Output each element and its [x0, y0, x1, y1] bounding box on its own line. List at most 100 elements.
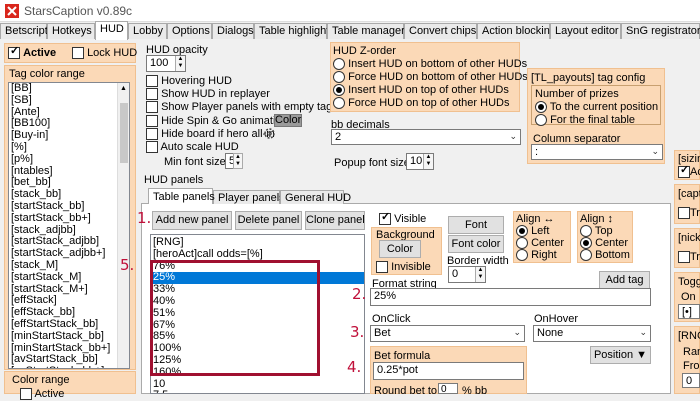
- prizes-radio-current[interactable]: [535, 101, 547, 114]
- min-font-size-spinner[interactable]: ▲ ▼: [233, 153, 243, 169]
- tab-action-blocking[interactable]: Action blocking: [477, 23, 556, 39]
- align-left-radio[interactable]: [516, 225, 528, 238]
- prizes-option-current[interactable]: To the current position: [535, 101, 658, 114]
- panel-list-item[interactable]: 10: [151, 378, 364, 391]
- zorder-radio-1[interactable]: [333, 71, 345, 84]
- lock-hud-checkbox[interactable]: [72, 47, 84, 60]
- tab-table-highlight[interactable]: Table highlight: [254, 23, 329, 39]
- zorder-option-2[interactable]: Insert HUD on top of other HUDs: [333, 84, 509, 97]
- background-color-button[interactable]: Color: [379, 240, 421, 258]
- font-color-button[interactable]: Font color: [448, 235, 504, 253]
- hud-opacity-field[interactable]: 100 ▲ ▼: [146, 55, 186, 72]
- invisible-toggle[interactable]: Invisible: [376, 261, 431, 274]
- tab-table-panels[interactable]: Table panels: [148, 188, 215, 204]
- format-string-field[interactable]: 25%: [370, 288, 651, 306]
- auto-scale-checkbox[interactable]: [146, 141, 158, 154]
- tag-list-item[interactable]: [SB]: [9, 94, 129, 107]
- zorder-option-1[interactable]: Force HUD on bottom of other HUDs: [333, 71, 528, 84]
- option-show-empty-panels[interactable]: Show Player panels with empty tags: [146, 101, 338, 114]
- border-width-spinner[interactable]: ▲ ▼: [475, 267, 485, 282]
- prizes-option-final[interactable]: For the final table: [535, 114, 635, 127]
- tab-hud[interactable]: HUD: [95, 21, 128, 40]
- align-bottom-option[interactable]: Bottom: [580, 249, 630, 262]
- visible-checkbox[interactable]: [379, 211, 391, 226]
- active-checkbox-wrap[interactable]: Active: [8, 45, 56, 60]
- gear-icon[interactable]: [263, 127, 276, 140]
- tab-options[interactable]: Options: [167, 23, 212, 39]
- onhover-select[interactable]: None ⌄: [533, 325, 651, 342]
- tag-list-item[interactable]: [startStack_bb]: [9, 200, 129, 213]
- toggle-on-field[interactable]: [•]: [678, 304, 700, 319]
- color-range-active-wrap[interactable]: Active: [20, 388, 64, 401]
- bb-decimals-select[interactable]: 2 ⌄: [331, 129, 521, 145]
- clone-panel-button[interactable]: Clone panel: [305, 211, 365, 230]
- option-hovering-hud[interactable]: Hovering HUD: [146, 75, 232, 88]
- tab-layout-editor[interactable]: Layout editor: [550, 23, 621, 39]
- visible-toggle[interactable]: Visible: [379, 211, 426, 226]
- tab-general-hud[interactable]: General HUD: [280, 190, 351, 204]
- tag-list-item[interactable]: [Buy-in]: [9, 129, 129, 142]
- caption-checkbox[interactable]: [678, 207, 690, 220]
- zorder-radio-2[interactable]: [333, 84, 345, 97]
- tab-betscript[interactable]: Betscript: [0, 23, 48, 39]
- invisible-checkbox[interactable]: [376, 261, 388, 274]
- hide-spin-go-checkbox[interactable]: [146, 115, 158, 128]
- nick-checkbox[interactable]: [678, 251, 690, 264]
- tab-table-manager[interactable]: Table manager: [327, 23, 405, 39]
- align-right-option[interactable]: Right: [516, 249, 557, 262]
- delete-panel-button[interactable]: Delete panel: [235, 211, 302, 230]
- popup-font-size-field[interactable]: 10 ▲ ▼: [406, 153, 434, 170]
- scroll-up-icon[interactable]: ▲: [120, 85, 127, 92]
- tag-list-item[interactable]: [startStack_bb+]: [9, 212, 129, 225]
- active-checkbox[interactable]: [8, 45, 20, 60]
- prizes-radio-final[interactable]: [535, 114, 547, 127]
- align-bottom-radio[interactable]: [580, 249, 592, 262]
- tag-list-scrollbar[interactable]: ▲: [117, 83, 129, 368]
- sizing-active-checkbox[interactable]: [678, 164, 690, 179]
- tab-dialogs[interactable]: Dialogs: [212, 23, 254, 39]
- tag-list-item[interactable]: [effStartStack_bb]: [9, 318, 129, 331]
- nick-toggle[interactable]: Tr: [678, 251, 700, 264]
- align-right-radio[interactable]: [516, 249, 528, 262]
- zorder-option-3[interactable]: Force HUD on top of other HUDs: [333, 97, 509, 110]
- align-center-v-radio[interactable]: [580, 237, 592, 250]
- scroll-thumb[interactable]: [120, 103, 128, 163]
- position-button[interactable]: Position ▼: [590, 346, 651, 364]
- tag-list-item[interactable]: [minStartStack_bb]: [9, 330, 129, 343]
- panel-list-item[interactable]: 7.5: [151, 390, 364, 393]
- add-tag-button[interactable]: Add tag: [599, 271, 650, 289]
- tag-list-item[interactable]: [%]: [9, 141, 129, 154]
- panel-list-item[interactable]: [heroAct]call odds=[%]: [151, 248, 364, 261]
- tab-lobby[interactable]: Lobby: [128, 23, 167, 39]
- show-hud-replayer-checkbox[interactable]: [146, 88, 158, 101]
- hud-opacity-spinner[interactable]: ▲ ▼: [175, 56, 185, 71]
- show-empty-panels-checkbox[interactable]: [146, 101, 158, 114]
- tag-list-item[interactable]: [startStack_M]: [9, 271, 129, 284]
- option-hide-board[interactable]: Hide board if hero all-in: [146, 128, 275, 141]
- hide-board-checkbox[interactable]: [146, 128, 158, 141]
- popup-font-size-spinner[interactable]: ▲ ▼: [423, 154, 433, 169]
- lock-hud-checkbox-wrap[interactable]: Lock HUD: [72, 47, 137, 60]
- zorder-radio-3[interactable]: [333, 97, 345, 110]
- tab-sng-registrator[interactable]: SnG registrator: [621, 23, 700, 39]
- column-separator-select[interactable]: : ⌄: [531, 144, 663, 160]
- onclick-select[interactable]: Bet ⌄: [370, 325, 525, 342]
- border-width-field[interactable]: 0 ▲ ▼: [448, 266, 486, 283]
- option-show-hud-replayer[interactable]: Show HUD in replayer: [146, 88, 270, 101]
- tab-player-panels[interactable]: Player panels: [213, 190, 285, 204]
- add-panel-button[interactable]: Add new panel: [152, 211, 232, 230]
- tag-list-item[interactable]: [p%]: [9, 153, 129, 166]
- round-bet-field[interactable]: 0: [438, 383, 458, 394]
- tag-list-item[interactable]: [stack_M]: [9, 259, 129, 272]
- tab-hotkeys[interactable]: Hotkeys: [47, 23, 95, 39]
- bet-formula-field[interactable]: 0.25*pot: [373, 362, 524, 380]
- align-top-radio[interactable]: [580, 225, 592, 238]
- tag-list-item[interactable]: [avStartStack_bb+]: [9, 365, 129, 368]
- zorder-option-0[interactable]: Insert HUD on bottom of other HUDs: [333, 58, 527, 71]
- hovering-hud-checkbox[interactable]: [146, 75, 158, 88]
- tag-list[interactable]: [BB] [SB] [Ante] [BB100] [Buy-in] [%] [p%] [nta…: [8, 82, 130, 369]
- align-center-h-radio[interactable]: [516, 237, 528, 250]
- from-field[interactable]: 0: [682, 373, 700, 388]
- zorder-radio-0[interactable]: [333, 58, 345, 71]
- spin-go-color-button[interactable]: Color: [274, 114, 302, 127]
